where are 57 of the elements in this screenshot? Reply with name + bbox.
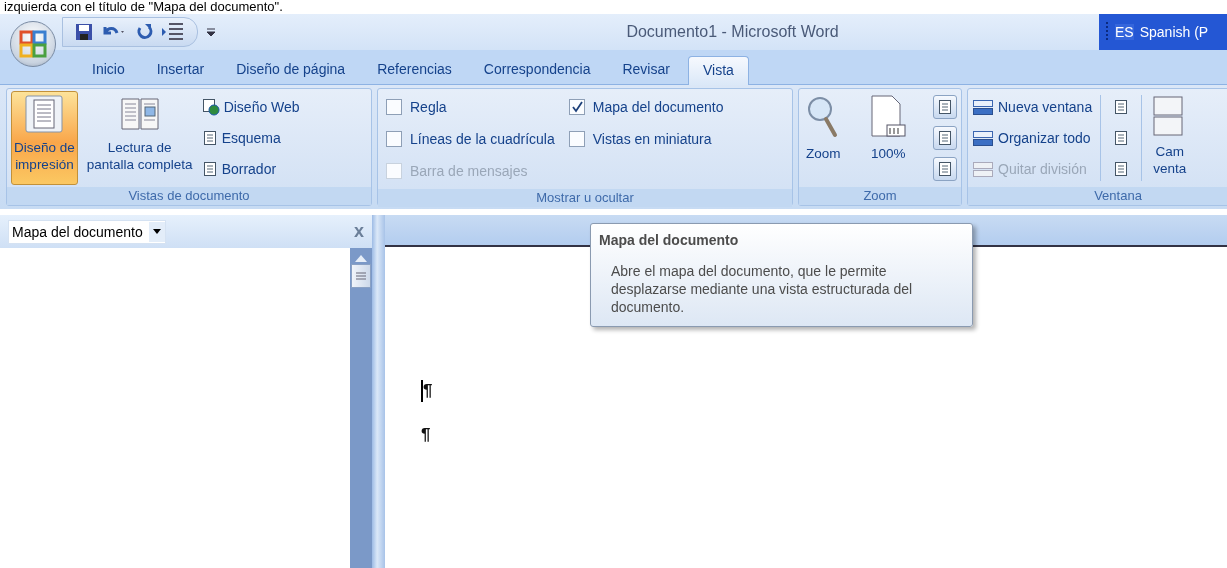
group-title: Vistas de documento [7,187,371,205]
one-page-icon [937,98,953,115]
checkbox[interactable]: Regla [386,91,555,123]
ribbon-tab[interactable]: Vista [687,56,749,85]
language-label: Spanish (P [1139,24,1209,40]
window-button[interactable]: Nueva ventana [972,94,1093,119]
ribbon-tab[interactable]: Correspondencia [469,56,605,84]
windows-icon [1153,95,1184,139]
tooltip-text: Abre el mapa del documento, que le permite desplazarse mediante una vista estructurada del documento. [610,262,914,316]
view-button[interactable]: Lectura de pantalla completa [83,91,196,185]
window-button[interactable]: Organizar todo [972,126,1093,150]
scrollbar[interactable] [350,248,372,568]
grip-icon [356,271,366,281]
scroll-thumb[interactable] [351,264,371,288]
language-bar[interactable]: ES Spanish (P [1099,14,1227,50]
caption-text: izquierda con el título de "Mapa del documento". [3,0,284,14]
office-logo-icon [19,30,47,58]
zoom-button[interactable]: Zoom [803,91,844,185]
language-code: ES [1115,24,1134,40]
group-title: Ventana [968,187,1227,205]
group-title: Mostrar u ocultar [378,189,792,207]
paragraph-mark: ¶ [423,381,433,401]
redo-icon[interactable] [135,23,153,41]
zoom-button[interactable]: 100% [866,91,911,185]
switch-windows-button[interactable]: Cam venta [1150,91,1190,185]
open-book-icon [119,95,160,133]
view-button[interactable]: Diseño de impresión [11,91,78,185]
page-icon [25,95,64,133]
caret-icon [152,229,161,234]
globe-page-icon [201,97,220,116]
checkbox[interactable]: Vistas en miniatura [568,123,724,155]
tooltip-title: Mapa del documento [599,232,740,248]
view-button[interactable]: Esquema [201,126,300,150]
page-100-icon [869,95,908,139]
group-title: Zoom [799,187,961,205]
customize-caret-icon[interactable] [206,27,216,37]
text-cursor [421,380,423,402]
office-button[interactable] [10,21,56,67]
ribbon-tab[interactable]: Inicio [78,56,139,84]
two-pages-button[interactable] [933,126,957,150]
checkbox[interactable]: Líneas de la cuadrícula [386,123,555,155]
ribbon-tab[interactable]: Diseño de página [222,56,360,84]
print-layout-icon[interactable] [161,22,185,42]
checkbox[interactable]: Mapa del documento [568,91,724,123]
view-button[interactable]: Diseño Web [201,94,300,119]
ribbon-tab[interactable]: Insertar [142,56,219,84]
ribbon-tab[interactable]: Revisar [608,56,684,84]
ribbon-tab[interactable]: Referencias [363,56,466,84]
save-icon[interactable] [75,23,93,41]
window-title: Documento1 - Microsoft Word [625,23,840,41]
check-icon [570,101,583,113]
page-width-button[interactable] [933,157,957,182]
grip-icon [1105,21,1109,43]
view-button[interactable]: Borrador [201,157,300,182]
paragraph-mark: ¶ [421,425,431,445]
one-page-button[interactable] [933,94,957,119]
pane-view-dropdown[interactable]: Mapa del documento [8,219,166,244]
